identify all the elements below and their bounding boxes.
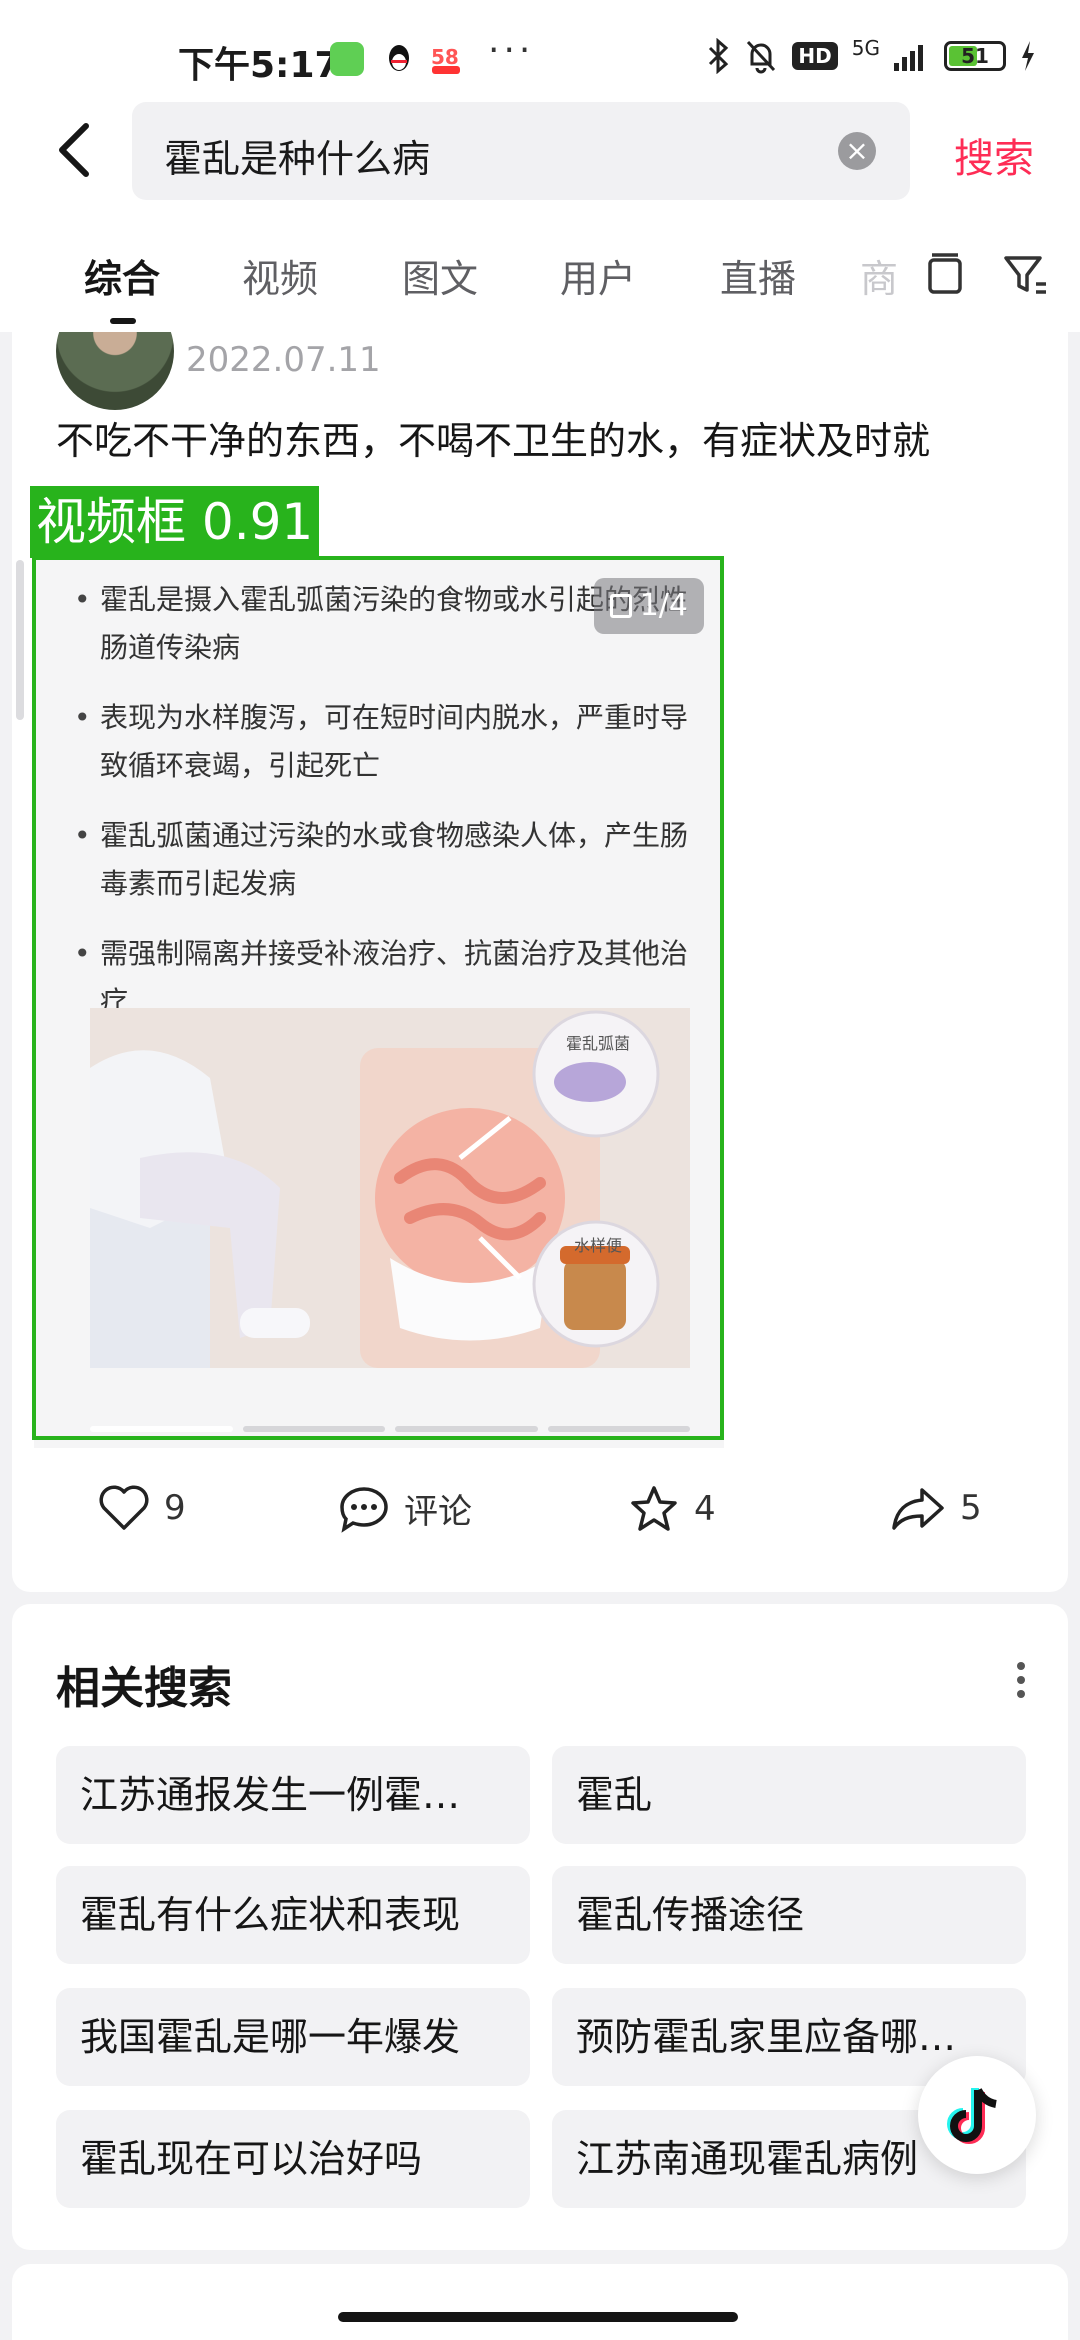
charging-icon <box>1022 41 1034 71</box>
share-count: 5 <box>960 1488 982 1528</box>
related-searches-title: 相关搜索 <box>56 1663 232 1714</box>
status-bar: 下午5:17 58 ··· HD 5G 51 <box>0 0 1080 92</box>
tab-users[interactable]: 用户 <box>560 248 636 303</box>
heart-icon <box>99 1485 149 1530</box>
home-indicator[interactable] <box>338 2312 738 2322</box>
svg-text:58: 58 <box>431 45 459 69</box>
signal-strength-icon <box>894 45 923 71</box>
filter-icon[interactable] <box>1000 250 1050 300</box>
clear-search-icon[interactable]: × <box>838 132 876 170</box>
like-count: 9 <box>164 1488 186 1528</box>
related-search-chip[interactable]: 江苏通报发生一例霍… <box>56 1746 530 1844</box>
search-button[interactable]: 搜索 <box>954 126 1034 184</box>
mute-bell-icon <box>747 40 776 74</box>
more-options-icon[interactable] <box>1016 1660 1026 1700</box>
search-category-tabs: 综合 视频 图文 用户 直播 商 <box>0 214 1080 332</box>
search-query-text[interactable]: 霍乱是种什么病 <box>164 128 430 183</box>
tab-image-text[interactable]: 图文 <box>402 248 478 303</box>
comment-button[interactable]: 评论 <box>338 1484 472 1533</box>
comment-label: 评论 <box>404 1492 472 1532</box>
tab-shop[interactable]: 商 <box>860 248 898 303</box>
favorite-count: 4 <box>694 1489 716 1529</box>
favorite-button[interactable]: 4 <box>628 1484 716 1534</box>
qq-notification-icon <box>382 42 416 76</box>
carousel-progress <box>90 1426 690 1432</box>
image-bullet: 霍乱弧菌通过污染的水或食物感染人体，产生肠毒素而引起发病 <box>70 812 710 908</box>
related-search-chip[interactable]: 霍乱传播途径 <box>552 1866 1026 1964</box>
related-search-chip[interactable]: 霍乱现在可以治好吗 <box>56 2110 530 2208</box>
post-date: 2022.07.11 <box>186 340 381 380</box>
related-search-chip[interactable]: 霍乱 <box>552 1746 1026 1844</box>
search-input[interactable]: 霍乱是种什么病 × <box>132 102 910 200</box>
post-actions: 9 评论 4 5 <box>12 1454 1068 1564</box>
image-bullet: 表现为水样腹泻，可在短时间内脱水，严重时导致循环衰竭，引起死亡 <box>70 694 710 790</box>
back-arrow-icon[interactable] <box>52 120 104 180</box>
related-search-chip[interactable]: 我国霍乱是哪一年爆发 <box>56 1988 530 2086</box>
search-header: 霍乱是种什么病 × 搜索 <box>0 92 1080 214</box>
comment-icon <box>340 1486 388 1533</box>
bluetooth-icon <box>709 38 729 74</box>
tab-video[interactable]: 视频 <box>242 248 318 303</box>
hd-badge: HD <box>792 42 838 70</box>
active-tab-underline <box>110 318 136 324</box>
watery-stool-label: 水样便 <box>574 1236 623 1255</box>
share-arrow-icon <box>892 1488 944 1530</box>
more-notifications-icon: ··· <box>488 30 535 71</box>
signal-5g-label: 5G <box>851 36 880 60</box>
tab-live[interactable]: 直播 <box>720 248 796 303</box>
multi-image-icon <box>609 594 632 618</box>
scrollbar[interactable] <box>16 560 24 720</box>
58-app-notification-icon: 58 <box>428 42 462 76</box>
related-searches-panel: 相关搜索 江苏通报发生一例霍… 霍乱 霍乱有什么症状和表现 霍乱传播途径 我国霍… <box>12 1604 1068 2250</box>
tiktok-floating-button[interactable] <box>918 2056 1036 2174</box>
bacteria-label: 霍乱弧菌 <box>566 1034 631 1053</box>
star-icon <box>631 1486 677 1531</box>
detection-label: 视频框 0.91 <box>30 486 320 558</box>
tiktok-logo-icon <box>947 2088 997 2144</box>
like-button[interactable]: 9 <box>98 1484 186 1532</box>
related-search-chip[interactable]: 霍乱有什么症状和表现 <box>56 1866 530 1964</box>
post-image-carousel[interactable]: 霍乱是摄入霍乱弧菌污染的食物或水引起的烈性肠道传染病 表现为水样腹泻，可在短时间… <box>34 558 724 1448</box>
next-result-card[interactable] <box>12 2264 1068 2340</box>
tab-comprehensive[interactable]: 综合 <box>84 248 160 303</box>
share-button[interactable]: 5 <box>890 1484 982 1532</box>
battery-indicator: 51 <box>944 41 1006 71</box>
status-time: 下午5:17 <box>178 45 340 86</box>
layout-toggle-icon[interactable] <box>920 250 970 300</box>
author-avatar[interactable] <box>56 332 174 410</box>
image-counter-badge: 1/4 <box>593 578 704 634</box>
wechat-notification-icon <box>330 42 364 76</box>
status-icons: HD 5G 51 <box>706 36 1036 76</box>
medical-illustration: 霍乱弧菌 水样便 <box>90 1008 690 1368</box>
